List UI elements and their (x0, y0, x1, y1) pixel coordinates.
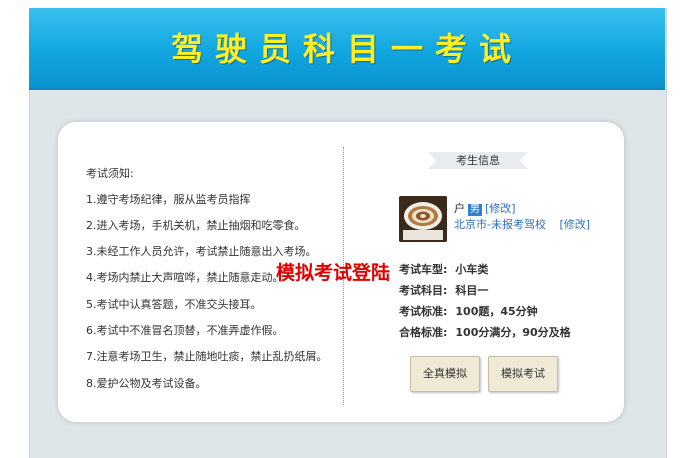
full-simulation-button[interactable]: 全真模拟 (410, 356, 480, 392)
rules-title: 考试须知: (86, 167, 134, 180)
mock-exam-button[interactable]: 模拟考试 (488, 356, 558, 392)
page-title: 驾驶员科目一考试 (170, 30, 523, 68)
avatar (399, 196, 447, 242)
exam-car-type: 考试车型: 小车类 (399, 261, 488, 277)
mock-exam-login-label: 模拟考试登陆 (276, 262, 391, 284)
student-name-line: 户男 [修改] (454, 200, 516, 216)
exam-pass-value: 100分满分，90分及格 (455, 326, 571, 339)
rule-item: 7.注意考场卫生，禁止随地吐痰，禁止乱扔纸屑。 (86, 350, 328, 363)
rule-item: 1.遵守考场纪律，服从监考员指挥 (86, 193, 251, 206)
student-info-title: 考生信息 (428, 152, 528, 169)
gender-badge: 男 (468, 204, 482, 216)
exam-standard-label: 考试标准: (399, 305, 448, 318)
exam-standard-value: 100题，45分钟 (455, 305, 538, 318)
exam-pass: 合格标准: 100分满分，90分及格 (399, 324, 571, 340)
exam-subject: 考试科目: 科目一 (399, 282, 488, 298)
exam-subject-value: 科目一 (455, 284, 489, 297)
student-name: 户 (454, 202, 465, 215)
student-school-line: 北京市-未报考驾校 [修改] (454, 216, 590, 232)
rule-item: 2.进入考场，手机关机，禁止抽烟和吃零食。 (86, 219, 306, 232)
exam-car-type-label: 考试车型: (399, 263, 448, 276)
rule-item: 8.爱护公物及考试设备。 (86, 377, 207, 390)
exam-car-type-value: 小车类 (455, 263, 489, 276)
header-banner: 驾驶员科目一考试 (29, 8, 665, 90)
edit-name-link[interactable]: [修改] (485, 202, 516, 215)
rule-item: 4.考场内禁止大声喧哗，禁止随意走动。 (86, 271, 284, 284)
exam-subject-label: 考试科目: (399, 284, 448, 297)
student-school: 北京市-未报考驾校 (454, 218, 546, 231)
edit-school-link[interactable]: [修改] (559, 218, 590, 231)
exam-pass-label: 合格标准: (399, 326, 448, 339)
exam-standard: 考试标准: 100题，45分钟 (399, 303, 538, 319)
rule-item: 3.未经工作人员允许，考试禁止随意出入考场。 (86, 245, 317, 258)
rule-item: 6.考试中不准冒名顶替，不准弄虚作假。 (86, 324, 284, 337)
coffee-avatar-icon (399, 196, 447, 242)
rule-item: 5.考试中认真答题，不准交头接耳。 (86, 298, 262, 311)
